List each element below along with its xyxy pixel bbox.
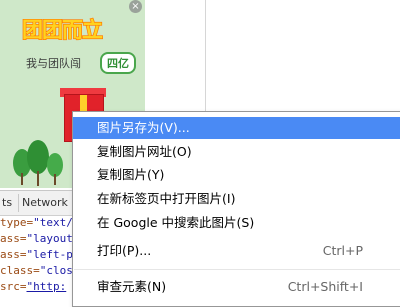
menu-item-label: 打印(P)... bbox=[97, 243, 152, 258]
menu-item-save-image-as[interactable]: 图片另存为(V)... bbox=[73, 117, 400, 139]
menu-item-copy-image[interactable]: 复制图片(Y) bbox=[73, 164, 400, 186]
menu-item-copy-image-url[interactable]: 复制图片网址(O) bbox=[73, 141, 400, 163]
menu-item-label: 在新标签页中打开图片(I) bbox=[97, 191, 236, 206]
tab-network[interactable]: Network bbox=[22, 196, 68, 209]
menu-item-print[interactable]: 打印(P)... Ctrl+P bbox=[73, 240, 400, 262]
menu-item-shortcut: Ctrl+P bbox=[322, 243, 363, 258]
code-line[interactable]: src="http: bbox=[0, 279, 66, 294]
code-line[interactable]: ass="left-p bbox=[0, 247, 73, 262]
ad-subtitle: 我与团队闯 bbox=[26, 57, 81, 70]
ad-title: 团团而立 bbox=[21, 17, 103, 42]
tab-sources[interactable]: ts bbox=[2, 196, 12, 209]
menu-item-search-google-image[interactable]: 在 Google 中搜索此图片(S) bbox=[73, 212, 400, 234]
page-content-panel bbox=[205, 0, 400, 114]
menu-separator bbox=[74, 269, 400, 270]
page-blank-area bbox=[145, 0, 205, 113]
menu-item-label: 审查元素(N) bbox=[97, 279, 167, 294]
menu-item-inspect-element[interactable]: 审查元素(N) Ctrl+Shift+I bbox=[73, 276, 400, 298]
menu-item-label: 在 Google 中搜索此图片(S) bbox=[97, 215, 255, 230]
code-line[interactable]: ass="layout bbox=[0, 231, 73, 246]
close-icon[interactable]: × bbox=[129, 0, 142, 13]
context-menu: 图片另存为(V)... 复制图片网址(O) 复制图片(Y) 在新标签页中打开图片… bbox=[72, 111, 400, 307]
code-line[interactable]: class="clos bbox=[0, 263, 73, 278]
menu-item-label: 复制图片(Y) bbox=[97, 167, 165, 182]
tab-separator bbox=[18, 194, 19, 212]
menu-item-open-image-new-tab[interactable]: 在新标签页中打开图片(I) bbox=[73, 188, 400, 210]
menu-item-shortcut: Ctrl+Shift+I bbox=[287, 279, 363, 294]
ad-badge: 四亿 bbox=[100, 52, 136, 74]
menu-item-label: 图片另存为(V)... bbox=[97, 120, 190, 135]
menu-item-label: 复制图片网址(O) bbox=[97, 144, 192, 159]
code-line[interactable]: type="text/ bbox=[0, 215, 73, 230]
